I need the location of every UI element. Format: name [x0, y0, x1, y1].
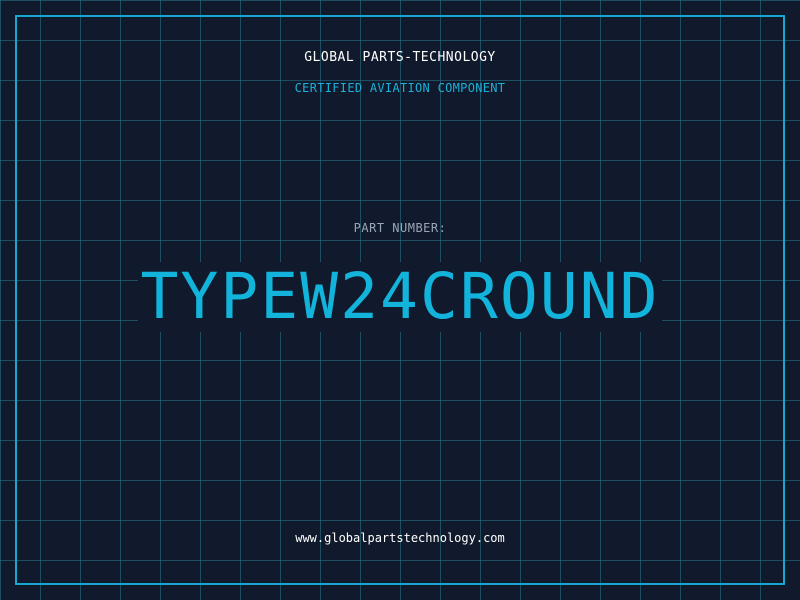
website-url: www.globalpartstechnology.com: [295, 531, 505, 545]
part-number-value: TYPEW24CROUND: [138, 260, 662, 333]
part-number-label: PART NUMBER:: [353, 221, 447, 235]
certification-subtitle: CERTIFIED AVIATION COMPONENT: [294, 81, 506, 95]
company-name: GLOBAL PARTS-TECHNOLOGY: [304, 50, 496, 65]
part-number-container: TYPEW24CROUND: [0, 262, 800, 332]
